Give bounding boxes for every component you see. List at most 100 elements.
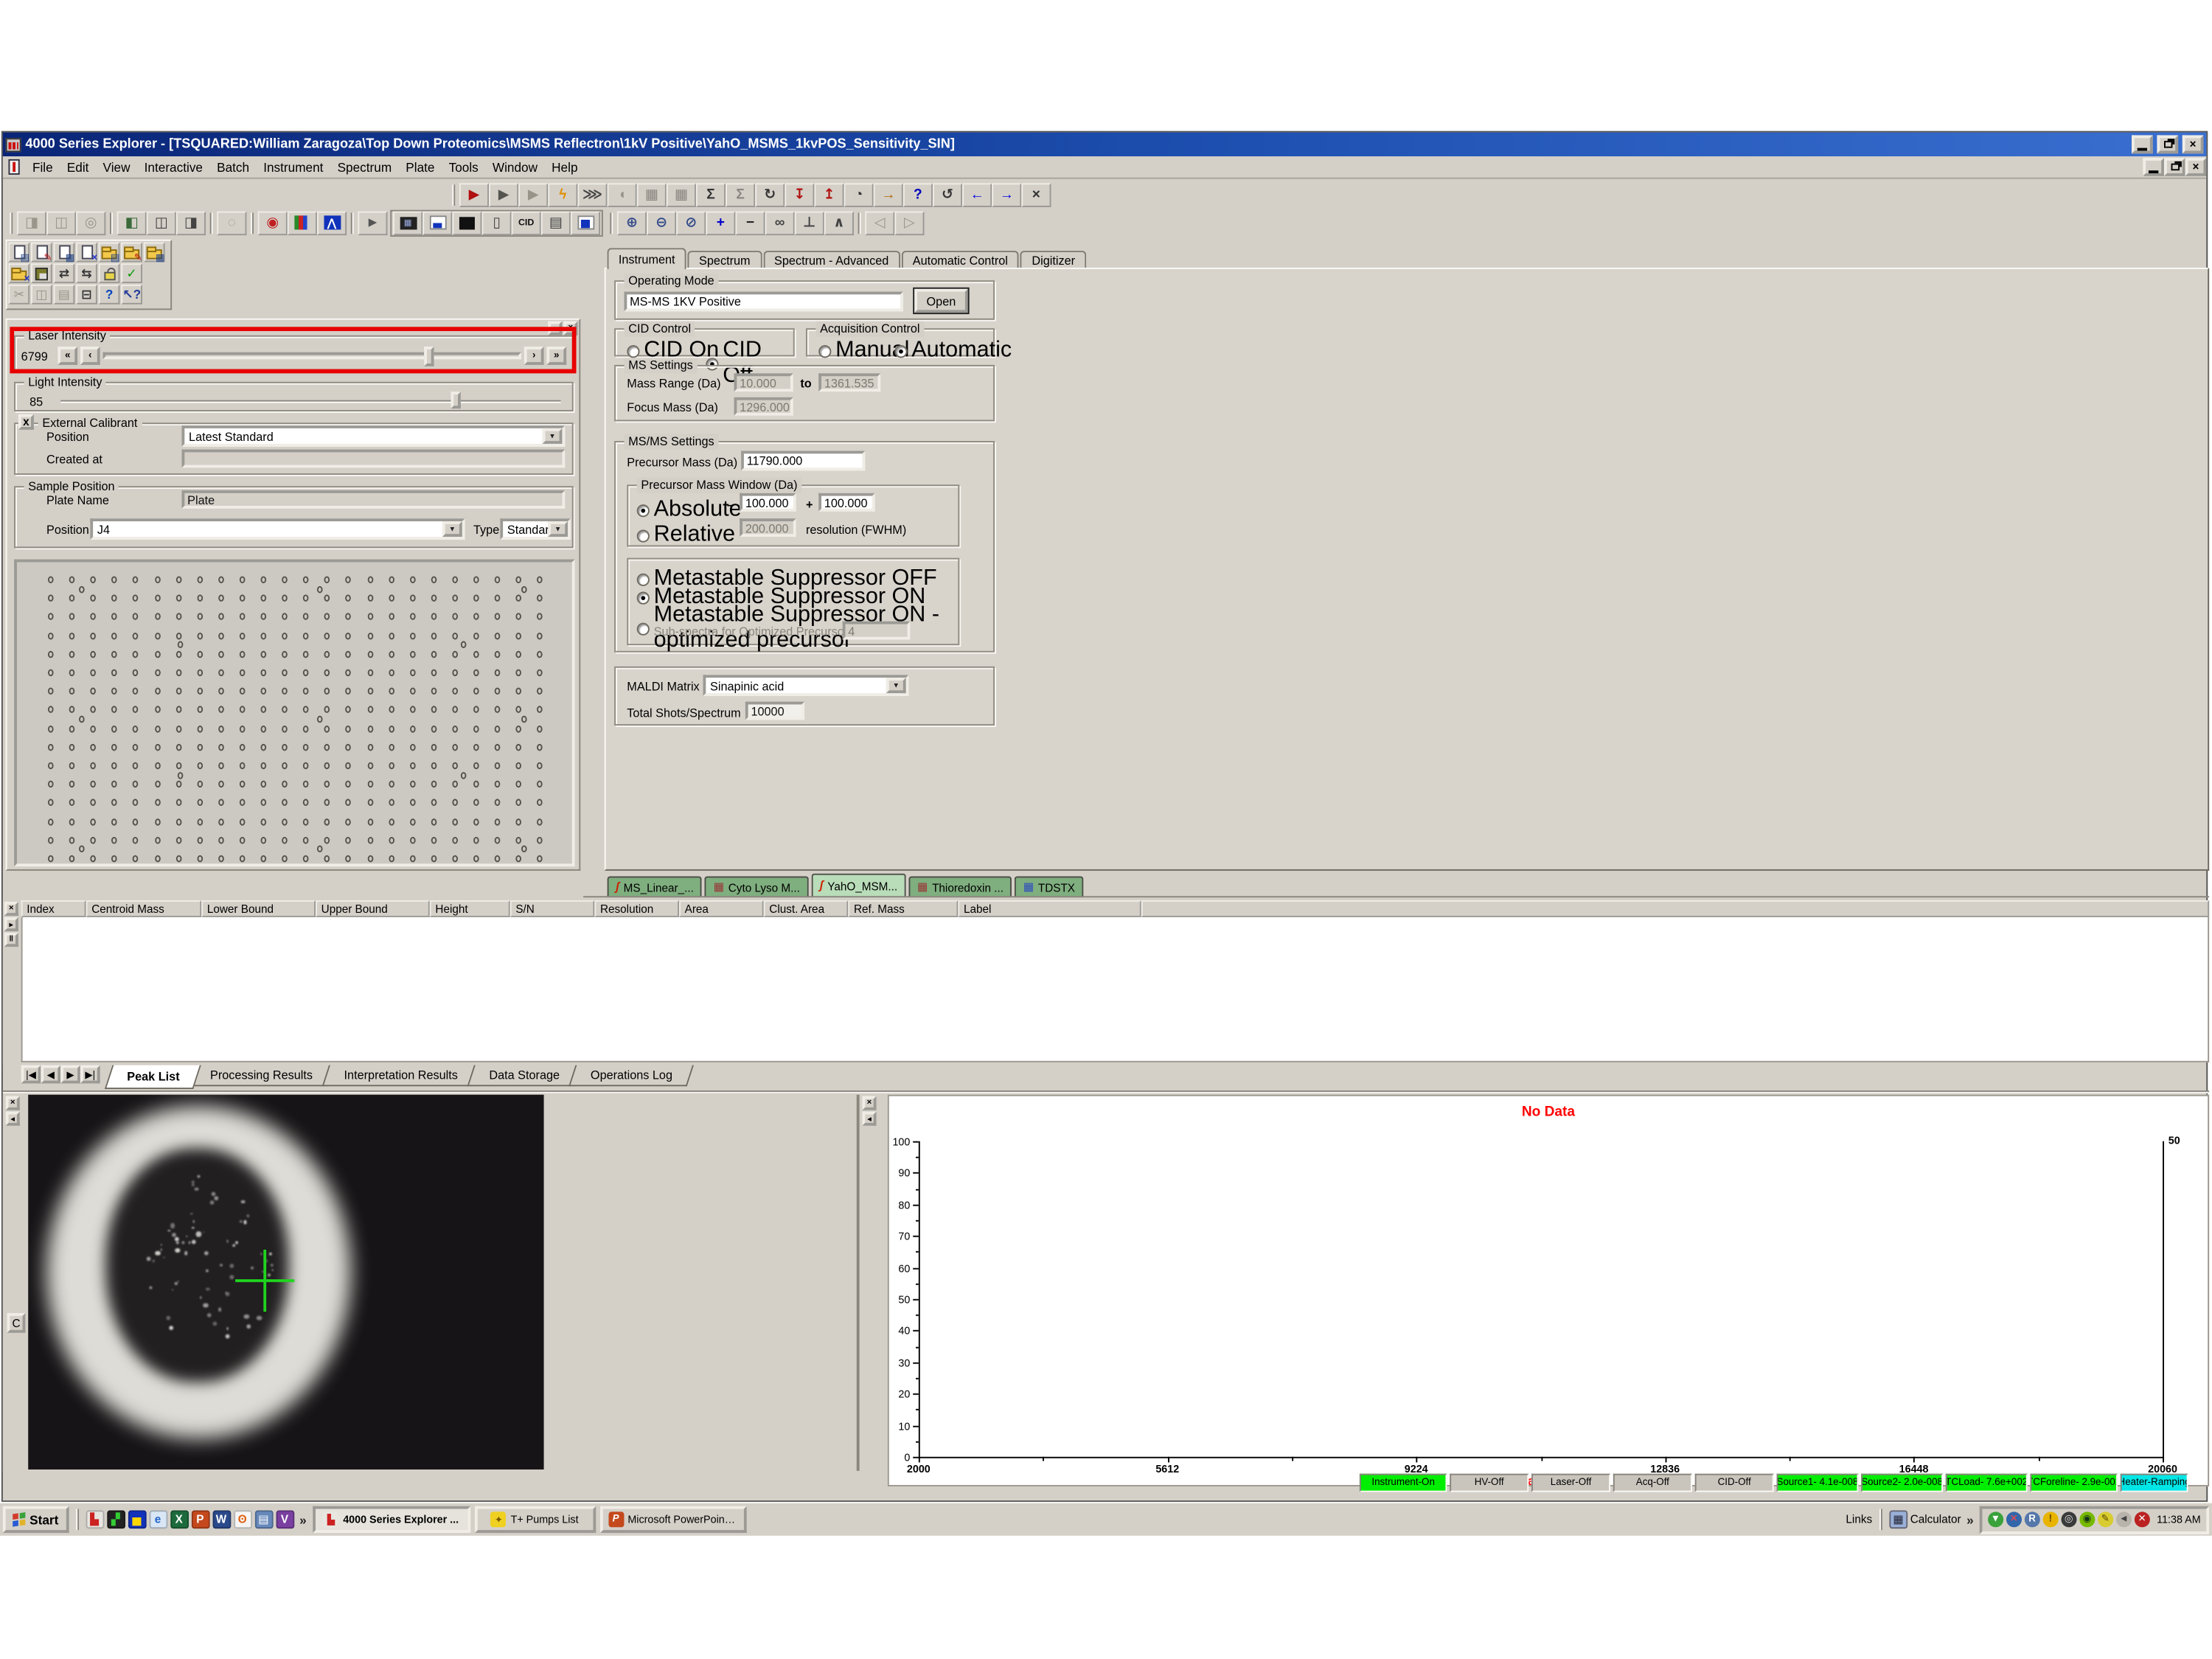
plate-well[interactable] [473, 688, 479, 695]
plate-well[interactable] [538, 595, 543, 602]
menu-instrument[interactable]: Instrument [257, 159, 330, 175]
spectrum-tab-1[interactable]: ʃMS_Linear_... [608, 877, 703, 898]
plate-well[interactable] [367, 706, 373, 714]
menu-window[interactable]: Window [485, 159, 544, 175]
plate-well[interactable] [282, 595, 288, 602]
plate-well[interactable] [516, 613, 522, 621]
plate-well[interactable] [452, 706, 458, 714]
spectrum-tab-3[interactable]: ʃYahO_MSM... [811, 874, 905, 897]
plate-well[interactable] [473, 744, 479, 751]
plate-well[interactable] [48, 632, 54, 639]
plate-well[interactable] [112, 688, 118, 695]
split-pane-icon[interactable]: ◫ [147, 211, 176, 234]
plate-well[interactable] [389, 855, 394, 863]
plate-well[interactable] [367, 762, 373, 770]
next-sample-icon[interactable]: ▷ [894, 211, 924, 234]
plate-well[interactable] [346, 595, 352, 602]
column-header-ref-mass[interactable]: Ref. Mass [848, 900, 958, 917]
plate-well[interactable] [538, 781, 543, 788]
plate-well[interactable] [91, 577, 97, 584]
position-select[interactable]: J4 ▼ [90, 518, 465, 540]
word-icon[interactable]: W [212, 1510, 231, 1528]
plate-well[interactable] [260, 837, 266, 844]
plate-well[interactable] [346, 669, 352, 677]
plate-well[interactable] [495, 818, 501, 825]
plate-well[interactable] [431, 837, 437, 844]
start-button[interactable]: Start [3, 1506, 69, 1533]
plate-well[interactable] [282, 799, 288, 807]
plate-well[interactable] [389, 781, 394, 788]
chevron-down-icon[interactable]: ▼ [886, 678, 906, 693]
plate-well[interactable] [48, 799, 54, 807]
plate-well[interactable] [538, 762, 543, 770]
column-header-upper-bound[interactable]: Upper Bound [316, 900, 430, 917]
plate-well[interactable] [260, 650, 266, 658]
plate-well[interactable] [260, 632, 266, 639]
plate-well[interactable] [495, 632, 501, 639]
tab-processing-results[interactable]: Processing Results [189, 1065, 335, 1087]
plate-well[interactable] [175, 744, 181, 751]
plate-well[interactable] [431, 688, 437, 695]
plate-well[interactable] [175, 706, 181, 714]
plate-well[interactable] [218, 669, 224, 677]
plate-well[interactable] [409, 632, 415, 639]
plate-well[interactable] [197, 613, 203, 621]
plate-well[interactable] [154, 725, 160, 732]
plate-well[interactable] [282, 781, 288, 788]
plate-well[interactable] [303, 837, 309, 844]
tab-operations-log[interactable]: Operations Log [568, 1065, 694, 1087]
plate-well[interactable] [197, 837, 203, 844]
plate-well[interactable] [389, 725, 394, 732]
plate-well[interactable] [218, 799, 224, 807]
plate-well[interactable] [303, 650, 309, 658]
plate-well[interactable] [154, 688, 160, 695]
plate-well[interactable] [452, 744, 458, 751]
plate-well[interactable] [367, 632, 373, 639]
cascade-windows-icon[interactable]: ◫ [46, 211, 76, 234]
close-window-icon[interactable]: × [76, 243, 97, 262]
plate-well[interactable] [91, 669, 97, 677]
plate-well[interactable] [178, 641, 184, 649]
plate-well[interactable] [79, 716, 85, 723]
reprocess-icon[interactable]: ↻ [755, 182, 785, 206]
plate-well[interactable] [260, 725, 266, 732]
plate-well[interactable] [240, 837, 246, 844]
plate-well[interactable] [282, 632, 288, 639]
plate-well[interactable] [317, 716, 323, 723]
plate-well[interactable] [317, 585, 323, 593]
plate-well[interactable] [346, 781, 352, 788]
dock-pin-icon[interactable]: ▴ [548, 321, 562, 335]
dock-close-icon[interactable]: × [563, 321, 577, 335]
process-edit-icon[interactable]: Σ [726, 182, 755, 206]
peak-label-icon[interactable]: ⊥ [795, 211, 824, 234]
plate-well[interactable] [346, 577, 352, 584]
plate-well[interactable] [91, 613, 97, 621]
plate-well[interactable] [197, 855, 203, 863]
plate-well[interactable] [175, 613, 181, 621]
firefox-icon[interactable]: ʘ [233, 1510, 251, 1528]
plate-well[interactable] [282, 650, 288, 658]
plate-well[interactable] [538, 688, 543, 695]
plate-well[interactable] [260, 688, 266, 695]
plate-well[interactable] [431, 799, 437, 807]
document-view-icon[interactable]: ▯ [481, 211, 511, 234]
camera-view-icon[interactable]: ▦ [393, 211, 422, 234]
plate-well[interactable] [154, 613, 160, 621]
camera-close-icon[interactable]: × [6, 1096, 20, 1110]
plate-well[interactable] [282, 855, 288, 863]
chevron-down-icon[interactable]: ▼ [442, 521, 462, 537]
plate-well[interactable] [240, 688, 246, 695]
column-header-index[interactable]: Index [21, 900, 86, 917]
plate-well[interactable] [112, 799, 118, 807]
plate-well[interactable] [175, 632, 181, 639]
column-header-lower-bound[interactable]: Lower Bound [201, 900, 316, 917]
plate-well[interactable] [112, 725, 118, 732]
plate-well[interactable] [91, 744, 97, 751]
plate-well[interactable] [346, 799, 352, 807]
tab-data-storage[interactable]: Data Storage [467, 1065, 581, 1087]
plate-well[interactable] [112, 613, 118, 621]
plate-well[interactable] [260, 762, 266, 770]
window-plus-field[interactable]: 100.000 [818, 493, 874, 512]
plate-well[interactable] [112, 837, 118, 844]
plate-well[interactable] [538, 855, 543, 863]
